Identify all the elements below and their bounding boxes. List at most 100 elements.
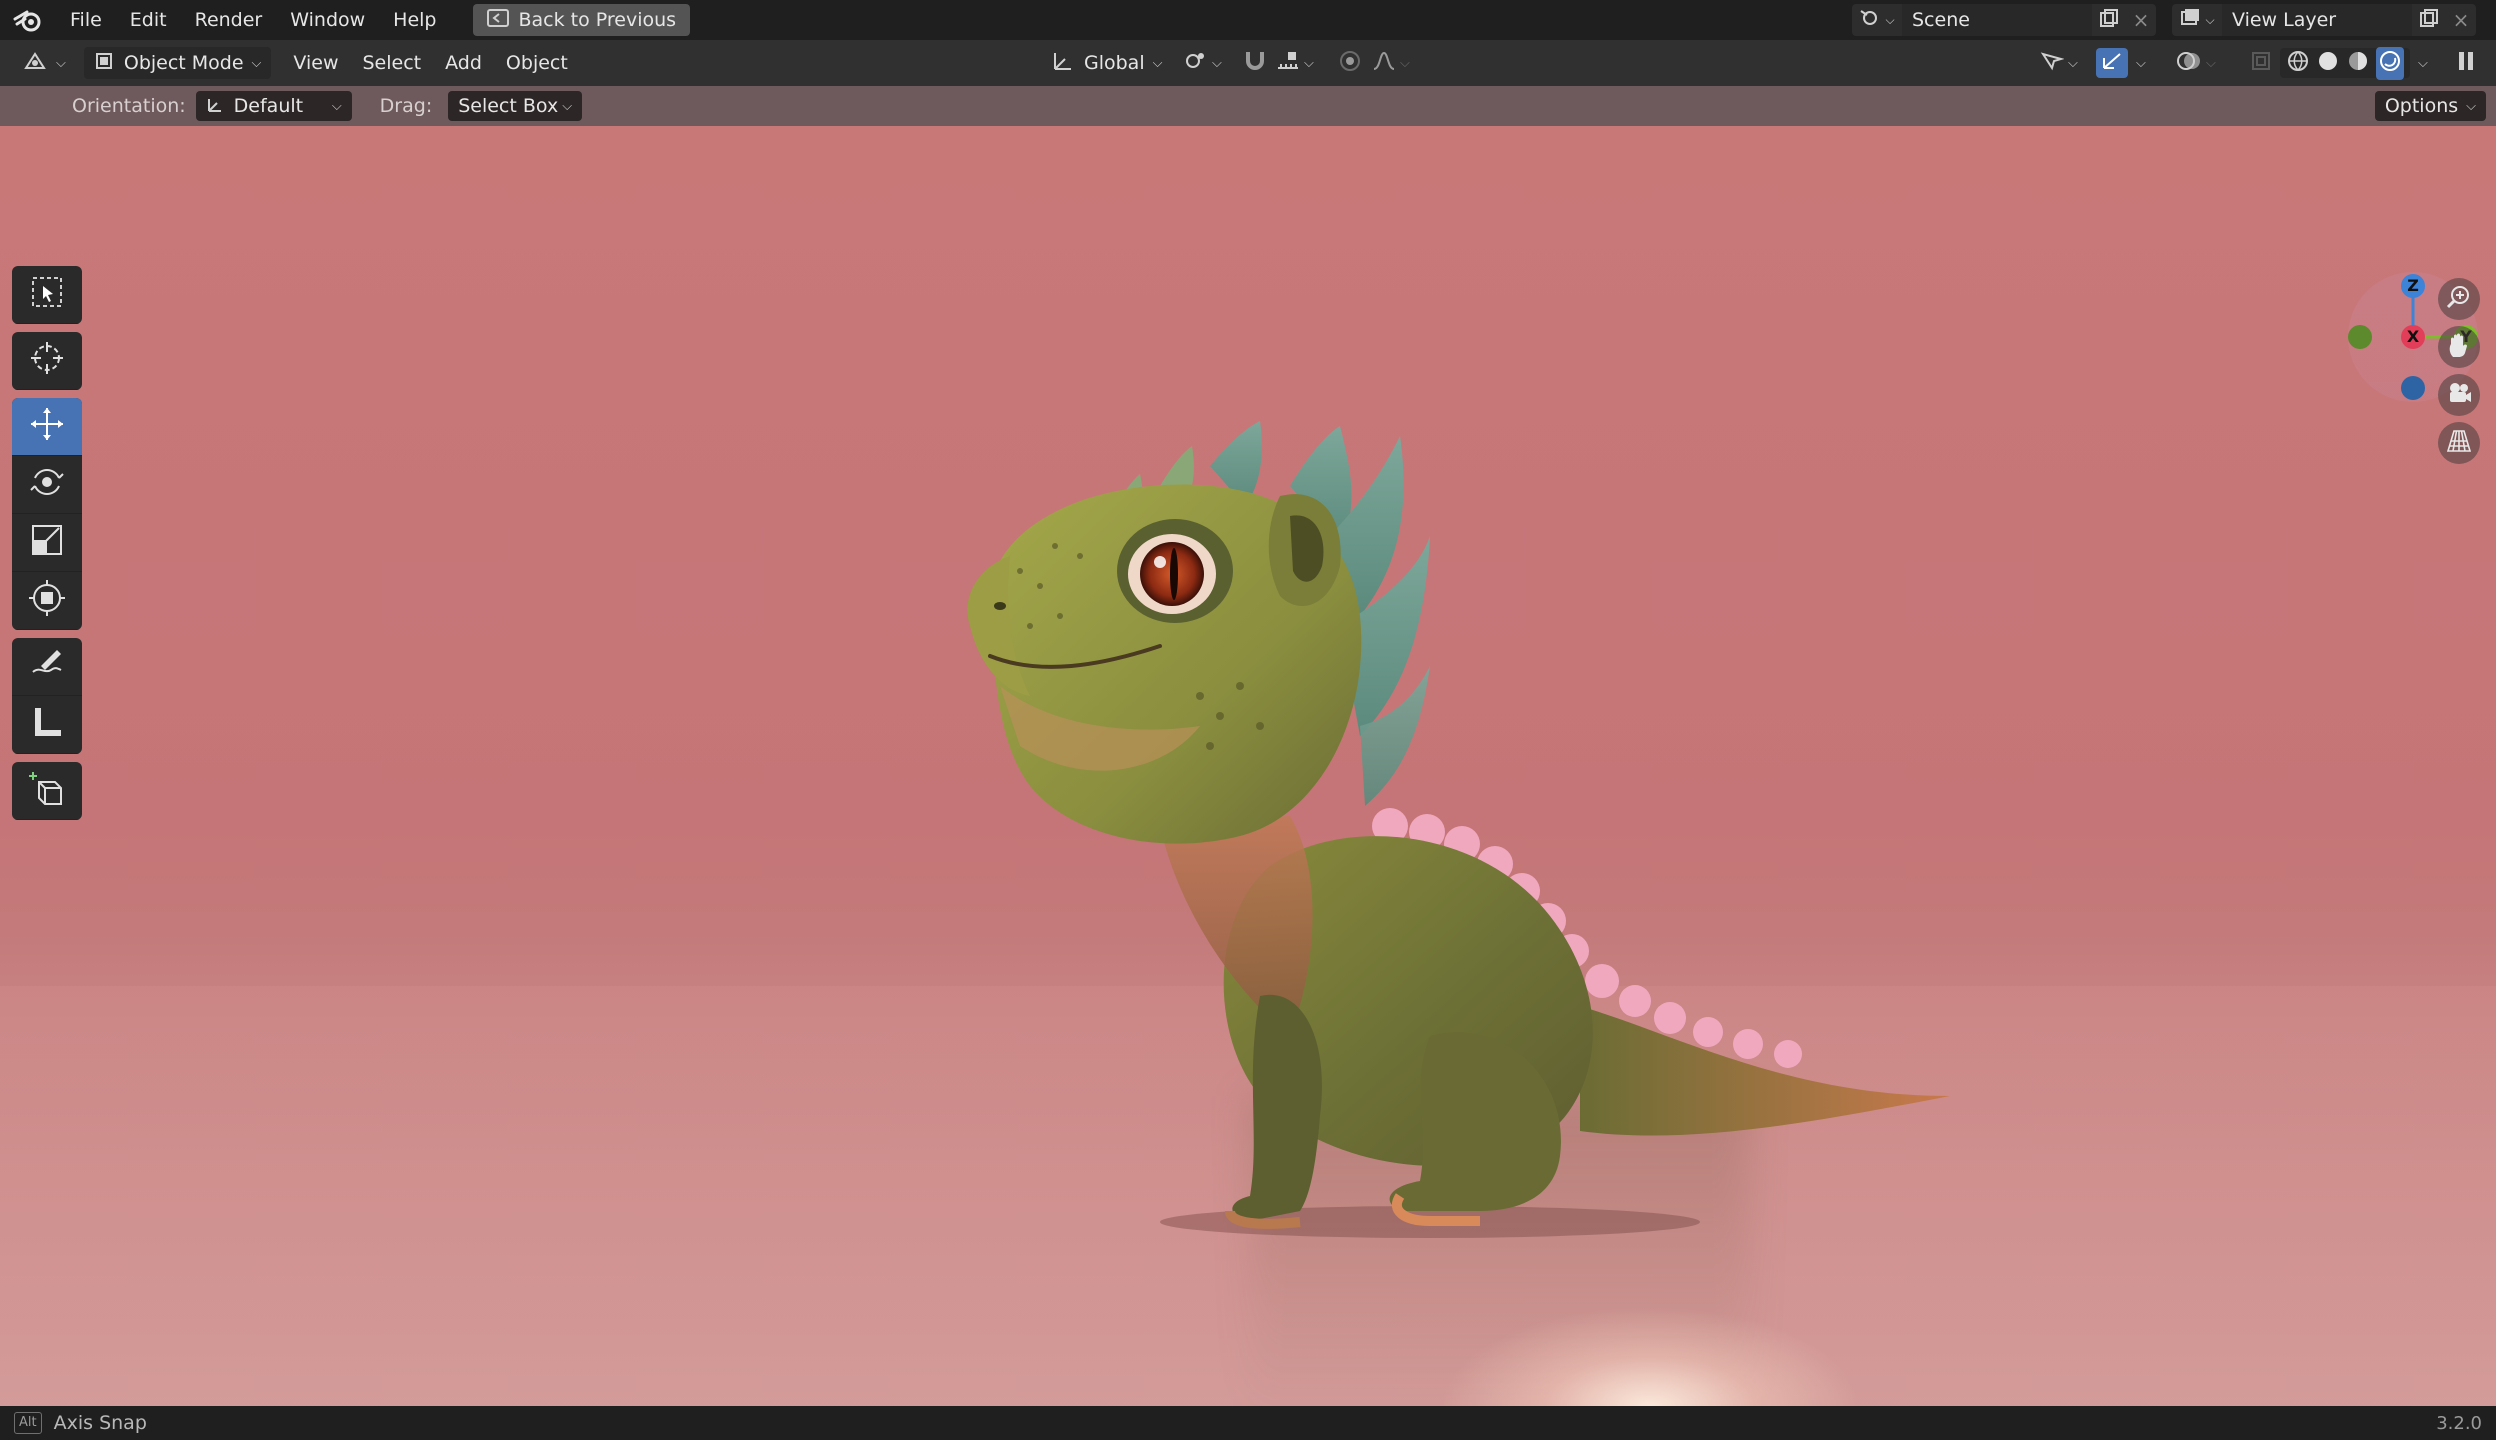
- select-box-tool[interactable]: [12, 266, 82, 324]
- orientation-dropdown[interactable]: Default ⌵: [195, 91, 352, 121]
- duplicate-icon: [2419, 8, 2439, 33]
- scene-name-field[interactable]: Scene: [1902, 4, 2092, 36]
- header-menu-object[interactable]: Object: [494, 40, 580, 86]
- editor-type-button[interactable]: ⌵: [12, 47, 76, 79]
- transform-orientation-dropdown[interactable]: Global ⌵: [1042, 47, 1172, 79]
- view-layer-browse-button[interactable]: ⌵: [2172, 4, 2222, 36]
- chevron-down-icon: ⌵: [1400, 55, 1410, 71]
- cursor-tool[interactable]: [12, 332, 82, 390]
- chevron-down-icon: ⌵: [56, 55, 66, 71]
- blender-logo-icon[interactable]: [0, 0, 56, 40]
- select-box-icon: [27, 272, 67, 317]
- wireframe-shading-icon[interactable]: [2286, 49, 2310, 78]
- object-mode-label: Object Mode: [123, 52, 244, 74]
- options-dropdown[interactable]: Options ⌵: [2374, 91, 2486, 121]
- pencil-annotate-icon: [27, 644, 67, 689]
- move-tool[interactable]: [12, 398, 82, 456]
- cursor-arrow-icon: [2040, 50, 2065, 77]
- overlays-icon: [2176, 49, 2202, 78]
- perspective-toggle-button[interactable]: [2438, 422, 2480, 464]
- alt-key-hint: Alt: [14, 1412, 42, 1434]
- gizmo-neg-y-axis[interactable]: [2348, 325, 2372, 349]
- material-preview-icon[interactable]: [2346, 49, 2370, 78]
- gizmo-toggle[interactable]: [2096, 48, 2128, 78]
- gizmo-neg-z-axis[interactable]: [2401, 376, 2425, 400]
- header-menu-select[interactable]: Select: [351, 40, 434, 86]
- chevron-down-icon: ⌵: [1152, 55, 1163, 71]
- annotate-tool-group: [12, 638, 82, 754]
- back-to-previous-button[interactable]: Back to Previous: [472, 4, 691, 36]
- scene-browse-button[interactable]: ⌵: [1852, 4, 1902, 36]
- selectability-visibility-dropdown[interactable]: ⌵: [2036, 47, 2082, 79]
- pause-icon: [2456, 50, 2476, 77]
- scale-tool[interactable]: [12, 514, 82, 572]
- rendered-shading-icon[interactable]: [2376, 46, 2404, 80]
- chevron-down-icon: ⌵: [251, 55, 262, 71]
- gizmo-z-axis[interactable]: Z: [2401, 274, 2425, 298]
- status-hint-text: Axis Snap: [53, 1412, 147, 1434]
- zoom-button[interactable]: [2438, 278, 2480, 320]
- proportional-editing-toggle[interactable]: [1334, 47, 1366, 79]
- version-label: 3.2.0: [2436, 1412, 2482, 1434]
- close-icon: ×: [2452, 8, 2470, 32]
- cursor-tool-group: [12, 332, 82, 390]
- pivot-point-dropdown[interactable]: ⌵: [1178, 47, 1228, 79]
- proportional-falloff-dropdown[interactable]: ⌵: [1368, 47, 1414, 79]
- menu-file[interactable]: File: [56, 0, 116, 40]
- delete-scene-button[interactable]: ×: [2126, 4, 2156, 36]
- camera-view-button[interactable]: [2438, 374, 2480, 416]
- new-view-layer-button[interactable]: [2412, 4, 2446, 36]
- view-layer-name-field[interactable]: View Layer: [2222, 4, 2412, 36]
- status-bar: Alt Axis Snap 3.2.0: [0, 1406, 2496, 1440]
- drag-label: Drag:: [379, 95, 433, 117]
- shading-mode-group: [2280, 46, 2410, 80]
- ruler-measure-icon: [27, 702, 67, 747]
- measure-tool[interactable]: [12, 696, 82, 754]
- menu-edit[interactable]: Edit: [116, 0, 181, 40]
- viewport-3d[interactable]: Z X Y: [0, 126, 2496, 1406]
- scale-icon: [27, 520, 67, 565]
- transform-icon: [27, 578, 67, 623]
- object-mode-dropdown[interactable]: Object Mode ⌵: [83, 47, 272, 79]
- chevron-down-icon: ⌵: [1304, 55, 1314, 71]
- transform-tool[interactable]: [12, 572, 82, 630]
- pan-button[interactable]: [2438, 326, 2480, 368]
- chevron-down-icon: ⌵: [1212, 55, 1222, 71]
- new-scene-button[interactable]: [2092, 4, 2126, 36]
- delete-view-layer-button[interactable]: ×: [2446, 4, 2476, 36]
- header-menu-view[interactable]: View: [281, 40, 350, 86]
- orientation-global-icon: [1052, 50, 1074, 77]
- options-label: Options: [2384, 95, 2459, 117]
- scene-icon: [1859, 7, 1881, 34]
- orientation-label: Global: [1084, 52, 1145, 74]
- overlays-toggle[interactable]: ⌵: [2172, 47, 2220, 79]
- dinosaur-model[interactable]: [960, 396, 1960, 1256]
- gizmo-x-axis[interactable]: X: [2401, 325, 2425, 349]
- header-menu-add[interactable]: Add: [433, 40, 494, 86]
- proportional-edit-icon: [1338, 49, 1362, 78]
- add-cube-tool[interactable]: [12, 762, 82, 820]
- solid-shading-icon[interactable]: [2316, 49, 2340, 78]
- chevron-down-icon: ⌵: [2068, 55, 2078, 71]
- snap-target-dropdown[interactable]: ⌵: [1272, 47, 1318, 79]
- left-toolbar: [12, 266, 82, 828]
- pause-render-button[interactable]: [2452, 47, 2480, 79]
- chevron-down-icon: ⌵: [2418, 55, 2428, 71]
- annotate-tool[interactable]: [12, 638, 82, 696]
- scene-selector: ⌵ Scene ×: [1852, 4, 2156, 36]
- select-tool-group: [12, 266, 82, 324]
- menu-help[interactable]: Help: [379, 0, 450, 40]
- xray-toggle[interactable]: [2246, 47, 2276, 79]
- snap-toggle[interactable]: [1238, 47, 1272, 79]
- menu-render[interactable]: Render: [181, 0, 277, 40]
- shading-options-dropdown[interactable]: ⌵: [2414, 47, 2432, 79]
- rotate-tool[interactable]: [12, 456, 82, 514]
- menu-window[interactable]: Window: [276, 0, 379, 40]
- gizmo-dropdown[interactable]: ⌵: [2132, 47, 2150, 79]
- object-mode-icon: [94, 51, 114, 76]
- tool-settings-bar: Orientation: Default ⌵ Drag: Select Box …: [0, 86, 2496, 126]
- drag-dropdown[interactable]: Select Box ⌵: [448, 91, 583, 121]
- falloff-curve-icon: [1372, 50, 1396, 77]
- gizmo-icon: [2100, 50, 2124, 77]
- duplicate-icon: [2099, 8, 2119, 33]
